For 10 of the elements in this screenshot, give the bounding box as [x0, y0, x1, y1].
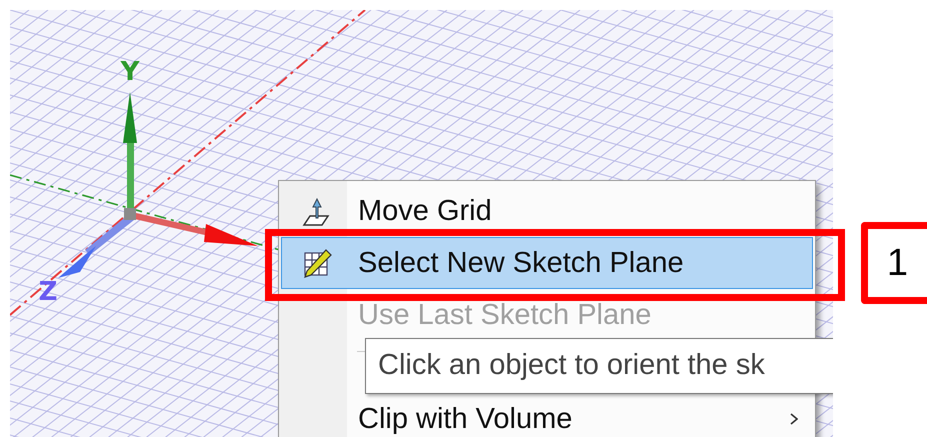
menu-item[interactable]: Select New Sketch Plane — [281, 237, 813, 289]
axis-label: Y — [120, 57, 140, 87]
menu-item[interactable]: Clip with Volume — [281, 393, 813, 437]
menu-item[interactable]: Move Grid — [281, 185, 813, 237]
tooltip: Click an object to orient the sk — [365, 338, 833, 394]
pencil-grid-icon — [302, 248, 332, 278]
grid-arrow-icon — [302, 196, 332, 226]
axis-label: Z — [38, 277, 58, 307]
callout-label: 1 — [861, 222, 927, 304]
origin-marker — [124, 208, 136, 220]
